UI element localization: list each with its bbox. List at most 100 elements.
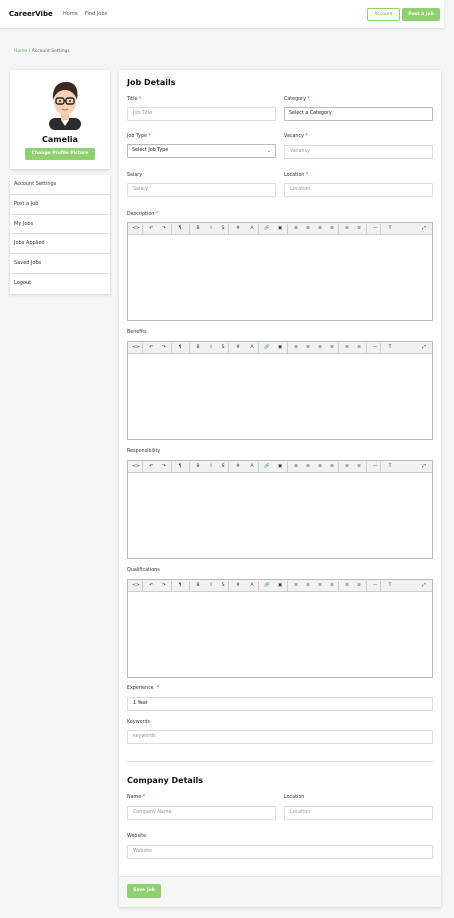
undo-icon[interactable]: ↶ — [146, 223, 156, 235]
align-center-icon[interactable]: ≡ — [303, 342, 313, 354]
align-justify-icon[interactable]: ≡ — [327, 342, 337, 354]
unordered-list-icon[interactable]: ≡ — [342, 342, 352, 354]
code-view-icon[interactable]: <> — [131, 223, 141, 235]
strikethrough-icon[interactable]: S — [218, 223, 228, 235]
fullscreen-icon[interactable]: ⤢ — [419, 461, 429, 473]
benefits-editor[interactable]: <> ↶ ↷ ¶ B I S # A 🔗 ▣ ≡ ≡ ≡ ≡ ≡ ≡ — T ⤢ — [127, 341, 433, 440]
bold-icon[interactable]: B — [193, 580, 203, 592]
post-job-button[interactable]: Post a Job — [402, 8, 440, 21]
font-color-icon[interactable]: A — [247, 580, 257, 592]
align-right-icon[interactable]: ≡ — [315, 223, 325, 235]
italic-icon[interactable]: I — [206, 461, 216, 473]
vacancy-input[interactable]: Vacancy — [284, 145, 433, 159]
nav-home-link[interactable]: Home — [63, 11, 78, 17]
link-icon[interactable]: 🔗 — [262, 223, 272, 235]
redo-icon[interactable]: ↷ — [159, 223, 169, 235]
save-job-button[interactable]: Save Job — [127, 884, 161, 898]
align-left-icon[interactable]: ≡ — [291, 580, 301, 592]
menu-item-saved-jobs[interactable]: Saved Jobs — [10, 254, 110, 274]
qualifications-editor[interactable]: <> ↶ ↷ ¶ B I S # A 🔗 ▣ ≡ ≡ ≡ ≡ ≡ ≡ — T ⤢ — [127, 579, 433, 678]
image-icon[interactable]: ▣ — [275, 580, 285, 592]
link-icon[interactable]: 🔗 — [262, 461, 272, 473]
align-right-icon[interactable]: ≡ — [315, 342, 325, 354]
unordered-list-icon[interactable]: ≡ — [342, 461, 352, 473]
image-icon[interactable]: ▣ — [275, 461, 285, 473]
font-color-icon[interactable]: A — [247, 223, 257, 235]
italic-icon[interactable]: I — [206, 342, 216, 354]
clear-format-icon[interactable]: T — [385, 580, 395, 592]
heading-icon[interactable]: # — [233, 580, 243, 592]
redo-icon[interactable]: ↷ — [159, 342, 169, 354]
align-justify-icon[interactable]: ≡ — [327, 461, 337, 473]
clear-format-icon[interactable]: T — [385, 342, 395, 354]
clear-format-icon[interactable]: T — [385, 461, 395, 473]
undo-icon[interactable]: ↶ — [146, 342, 156, 354]
undo-icon[interactable]: ↶ — [146, 461, 156, 473]
fullscreen-icon[interactable]: ⤢ — [419, 342, 429, 354]
link-icon[interactable]: 🔗 — [262, 342, 272, 354]
menu-item-account-settings[interactable]: Account Settings — [10, 175, 110, 195]
menu-item-my-jobs[interactable]: My Jobs — [10, 215, 110, 235]
fullscreen-icon[interactable]: ⤢ — [419, 580, 429, 592]
horizontal-rule-icon[interactable]: — — [370, 342, 380, 354]
ordered-list-icon[interactable]: ≡ — [354, 580, 364, 592]
paragraph-format-icon[interactable]: ¶ — [175, 580, 185, 592]
strikethrough-icon[interactable]: S — [218, 461, 228, 473]
bold-icon[interactable]: B — [193, 223, 203, 235]
strikethrough-icon[interactable]: S — [218, 342, 228, 354]
keywords-input[interactable]: keywords — [127, 730, 433, 744]
clear-format-icon[interactable]: T — [385, 223, 395, 235]
code-view-icon[interactable]: <> — [131, 461, 141, 473]
salary-input[interactable]: Salary — [127, 183, 276, 197]
company-location-input[interactable]: Location — [284, 806, 433, 820]
align-center-icon[interactable]: ≡ — [303, 461, 313, 473]
heading-icon[interactable]: # — [233, 342, 243, 354]
ordered-list-icon[interactable]: ≡ — [354, 461, 364, 473]
nav-find-jobs-link[interactable]: Find Jobs — [85, 11, 107, 17]
align-left-icon[interactable]: ≡ — [291, 342, 301, 354]
job-type-select[interactable]: Select Job Type ⌄ — [127, 144, 276, 158]
responsibility-editor[interactable]: <> ↶ ↷ ¶ B I S # A 🔗 ▣ ≡ ≡ ≡ ≡ ≡ ≡ — T ⤢ — [127, 460, 433, 559]
redo-icon[interactable]: ↷ — [159, 461, 169, 473]
company-name-input[interactable]: Company Name — [127, 806, 276, 820]
unordered-list-icon[interactable]: ≡ — [342, 223, 352, 235]
undo-icon[interactable]: ↶ — [146, 580, 156, 592]
location-input[interactable]: Location — [284, 183, 433, 197]
menu-item-post-job[interactable]: Post a Job — [10, 195, 110, 215]
align-justify-icon[interactable]: ≡ — [327, 223, 337, 235]
horizontal-rule-icon[interactable]: — — [370, 461, 380, 473]
align-left-icon[interactable]: ≡ — [291, 461, 301, 473]
menu-item-jobs-applied[interactable]: Jobs Applied — [10, 234, 110, 255]
image-icon[interactable]: ▣ — [275, 223, 285, 235]
change-profile-picture-button[interactable]: Change Profile Picture — [25, 148, 95, 160]
bold-icon[interactable]: B — [193, 461, 203, 473]
code-view-icon[interactable]: <> — [131, 342, 141, 354]
code-view-icon[interactable]: <> — [131, 580, 141, 592]
unordered-list-icon[interactable]: ≡ — [342, 580, 352, 592]
italic-icon[interactable]: I — [206, 580, 216, 592]
category-select[interactable]: Select a Category — [284, 107, 433, 121]
align-right-icon[interactable]: ≡ — [315, 580, 325, 592]
paragraph-format-icon[interactable]: ¶ — [175, 223, 185, 235]
align-left-icon[interactable]: ≡ — [291, 223, 301, 235]
ordered-list-icon[interactable]: ≡ — [354, 223, 364, 235]
align-center-icon[interactable]: ≡ — [303, 223, 313, 235]
font-color-icon[interactable]: A — [247, 342, 257, 354]
paragraph-format-icon[interactable]: ¶ — [175, 461, 185, 473]
horizontal-rule-icon[interactable]: — — [370, 580, 380, 592]
description-editor[interactable]: <> ↶ ↷ ¶ B I S # A 🔗 ▣ ≡ ≡ ≡ ≡ ≡ ≡ — T ⤢ — [127, 222, 433, 321]
redo-icon[interactable]: ↷ — [159, 580, 169, 592]
link-icon[interactable]: 🔗 — [262, 580, 272, 592]
fullscreen-icon[interactable]: ⤢ — [419, 223, 429, 235]
heading-icon[interactable]: # — [233, 461, 243, 473]
align-right-icon[interactable]: ≡ — [315, 461, 325, 473]
brand-logo[interactable]: CareerVibe — [9, 10, 53, 18]
menu-item-logout[interactable]: Logout — [10, 274, 110, 294]
bold-icon[interactable]: B — [193, 342, 203, 354]
experience-select[interactable]: 1 Year — [127, 697, 433, 711]
font-color-icon[interactable]: A — [247, 461, 257, 473]
breadcrumb-home[interactable]: Home — [14, 49, 27, 54]
horizontal-rule-icon[interactable]: — — [370, 223, 380, 235]
website-input[interactable]: Website — [127, 845, 433, 859]
strikethrough-icon[interactable]: S — [218, 580, 228, 592]
